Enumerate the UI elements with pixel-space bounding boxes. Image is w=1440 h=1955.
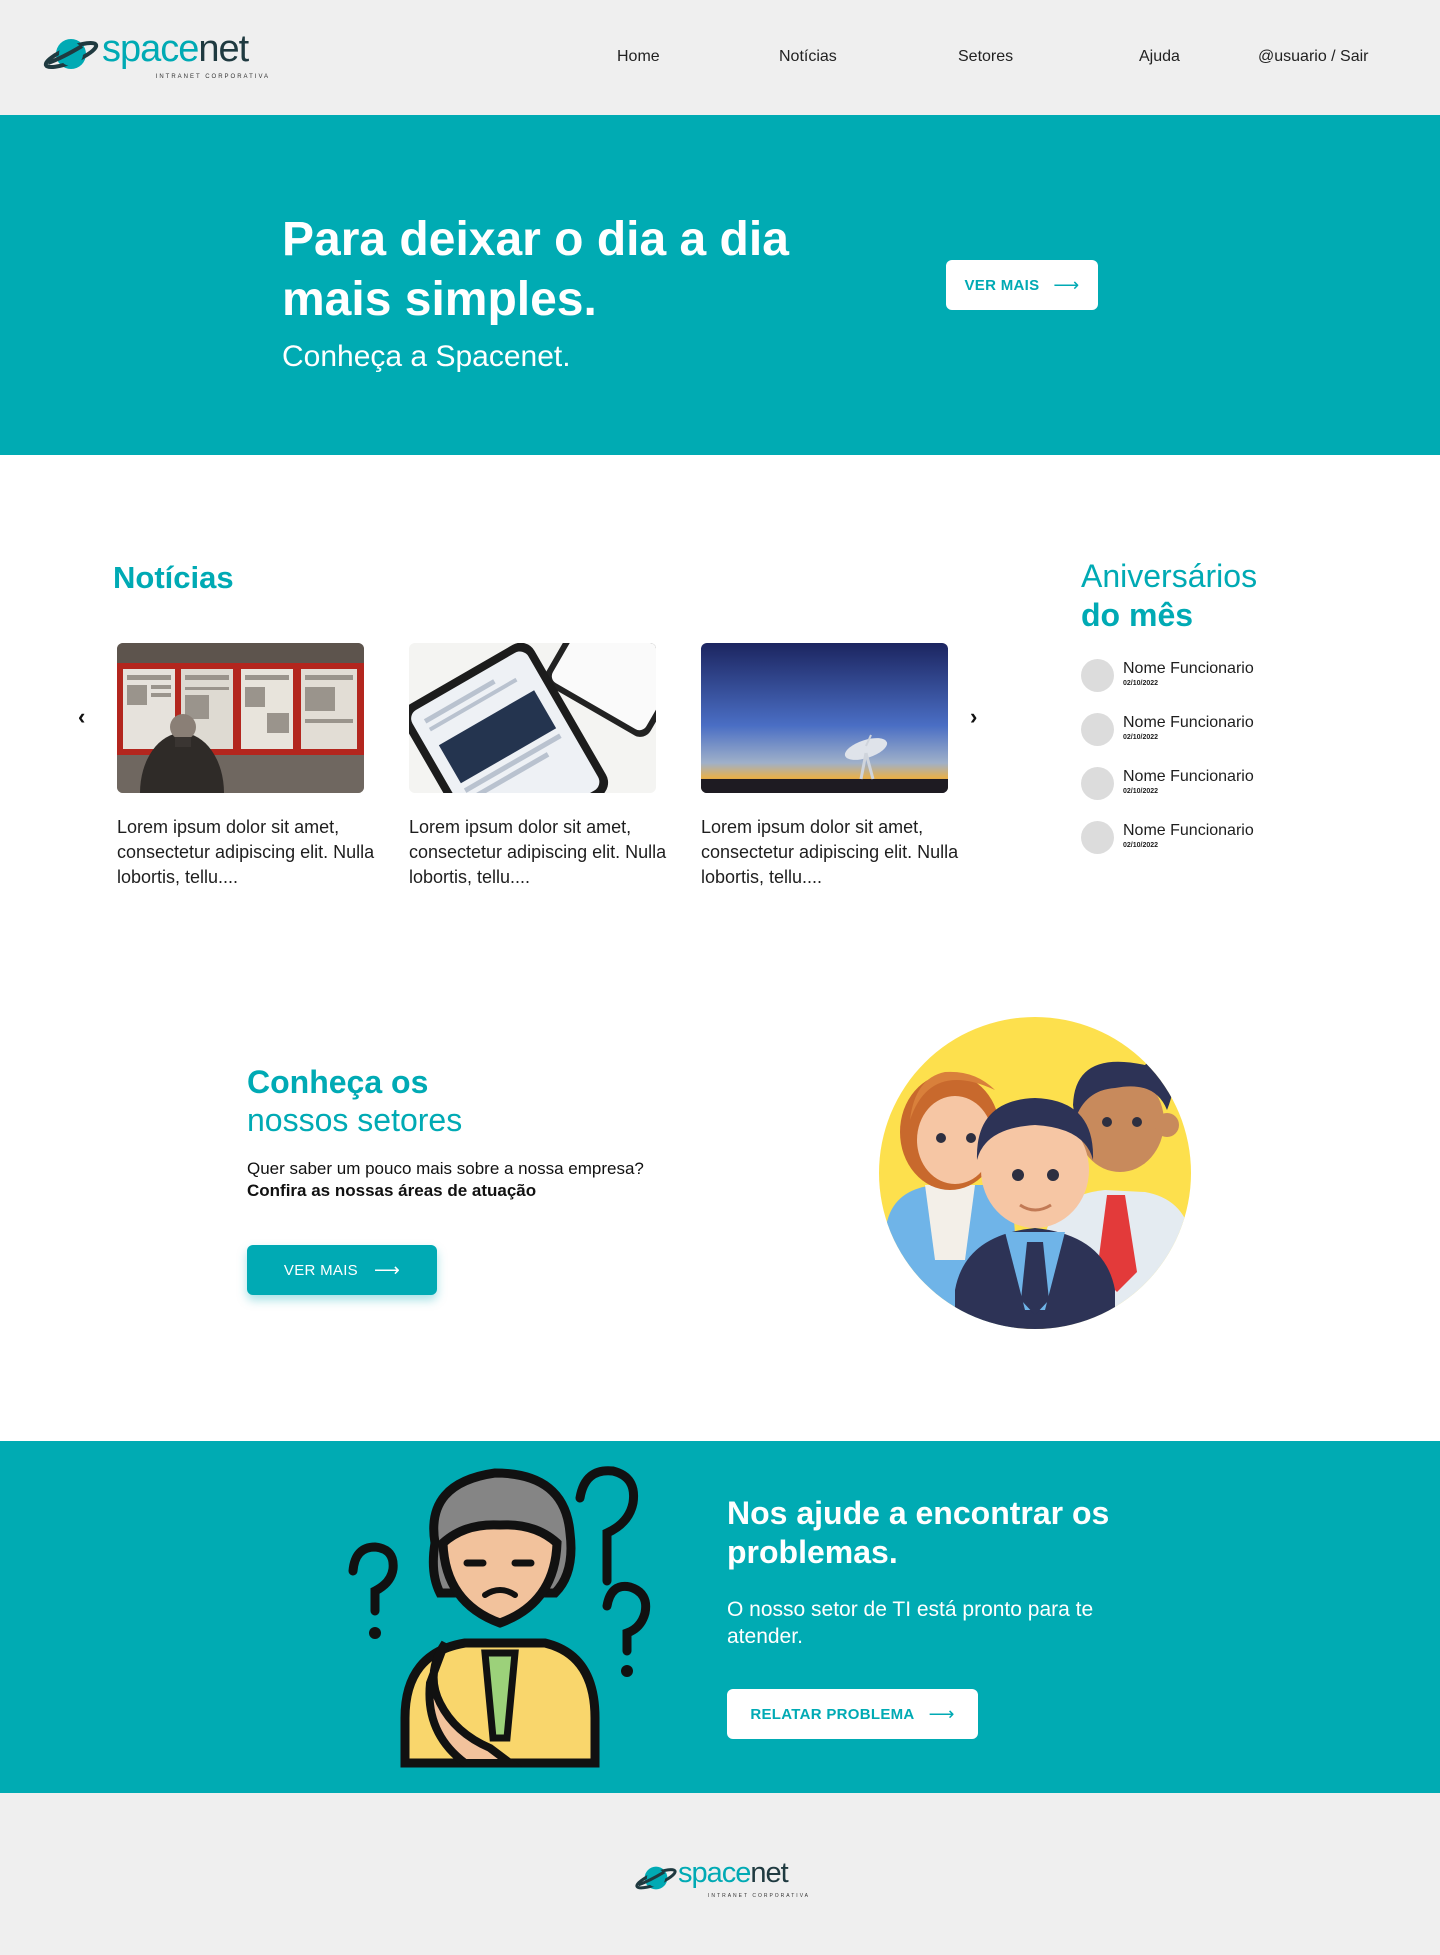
hero-title: Para deixar o dia a dia mais simples. [282, 213, 789, 326]
news-item-3-text[interactable]: Lorem ipsum dolor sit amet, consectetur … [701, 815, 961, 890]
hero-ver-mais-button[interactable]: VER MAIS ⟶ [946, 260, 1098, 310]
birthday-name: Nome Funcionario [1123, 822, 1254, 839]
footer: spacenet INTRANET CORPORATIVA [0, 1793, 1440, 1955]
logo-text-space: space [678, 1857, 751, 1889]
birthday-item[interactable]: Nome Funcionario 02/10/2022 [1081, 767, 1301, 807]
birthday-name: Nome Funcionario [1123, 768, 1254, 785]
sectors-description: Quer saber um pouco mais sobre a nossa e… [247, 1158, 644, 1202]
birthday-name: Nome Funcionario [1123, 714, 1254, 731]
news-section-title: Notícias [113, 560, 234, 595]
logo-text-net: net [198, 28, 249, 70]
report-problem-button[interactable]: RELATAR PROBLEMA ⟶ [727, 1689, 978, 1739]
nav-user-logout[interactable]: @usuario / Sair [1258, 48, 1369, 66]
news-image-2[interactable] [409, 643, 656, 793]
hero-button-label: VER MAIS [964, 276, 1040, 294]
nav-help[interactable]: Ajuda [1139, 48, 1180, 66]
avatar [1081, 767, 1114, 800]
header-logo[interactable]: spacenet INTRANET CORPORATIVA [42, 28, 272, 87]
news-image-1[interactable] [117, 643, 364, 793]
report-button-label: RELATAR PROBLEMA [750, 1705, 915, 1723]
footer-logo[interactable]: spacenet INTRANET CORPORATIVA [634, 1857, 814, 1905]
birthday-name: Nome Funcionario [1123, 660, 1254, 677]
planet-logo-icon [635, 1866, 677, 1890]
confused-person-illustration [348, 1466, 651, 1768]
sectors-title-line1: Conheça os [247, 1064, 429, 1100]
birthday-date: 02/10/2022 [1123, 734, 1159, 741]
birthday-date: 02/10/2022 [1123, 842, 1159, 849]
sectors-desc-line1: Quer saber um pouco mais sobre a nossa e… [247, 1159, 644, 1178]
logo-text-space: space [102, 28, 199, 70]
logo-text-net: net [750, 1857, 788, 1889]
birthday-item[interactable]: Nome Funcionario 02/10/2022 [1081, 713, 1301, 753]
logo-tagline: INTRANET CORPORATIVA [155, 74, 270, 80]
nav-home[interactable]: Home [617, 48, 660, 66]
carousel-prev-icon[interactable]: ‹ [78, 706, 85, 728]
birthday-date: 02/10/2022 [1123, 680, 1159, 687]
avatar [1081, 713, 1114, 746]
nav-sectors[interactable]: Setores [958, 48, 1013, 66]
logo-tagline: INTRANET CORPORATIVA [708, 1893, 810, 1899]
sectors-title: Conheça os nossos setores [247, 1063, 462, 1139]
sectors-desc-line2: Confira as nossas áreas de atuação [247, 1181, 537, 1200]
birthdays-title: Aniversários do mês [1081, 557, 1257, 635]
team-people-illustration [879, 1017, 1191, 1329]
help-banner: Nos ajude a encontrar os problemas. O no… [0, 1441, 1440, 1793]
sectors-button-label: VER MAIS [283, 1261, 358, 1279]
birthday-date: 02/10/2022 [1123, 788, 1159, 795]
birthday-item[interactable]: Nome Funcionario 02/10/2022 [1081, 659, 1301, 699]
birthday-item[interactable]: Nome Funcionario 02/10/2022 [1081, 821, 1301, 861]
help-subtitle: O nosso setor de TI está pronto para te … [727, 1598, 1094, 1648]
arrow-right-icon: ⟶ [928, 1703, 955, 1724]
carousel-next-icon[interactable]: › [970, 706, 977, 728]
planet-logo-icon [43, 39, 99, 70]
news-image-3[interactable] [701, 643, 948, 793]
avatar [1081, 659, 1114, 692]
sectors-title-line2: nossos setores [247, 1102, 463, 1138]
news-item-2-text[interactable]: Lorem ipsum dolor sit amet, consectetur … [409, 815, 669, 890]
avatar [1081, 821, 1114, 854]
nav-news[interactable]: Notícias [779, 48, 837, 66]
sectors-ver-mais-button[interactable]: VER MAIS ⟶ [247, 1245, 437, 1295]
hero-banner: Para deixar o dia a dia mais simples. Co… [0, 115, 1440, 455]
arrow-right-icon: ⟶ [373, 1259, 401, 1280]
arrow-right-icon: ⟶ [1053, 274, 1080, 295]
top-header: spacenet INTRANET CORPORATIVA Home Notíc… [0, 0, 1440, 115]
birthdays-title-line1: Aniversários [1081, 558, 1258, 594]
news-item-1-text[interactable]: Lorem ipsum dolor sit amet, consectetur … [117, 815, 377, 890]
hero-subtitle: Conheça a Spacenet. [282, 340, 571, 373]
birthdays-title-line2: do mês [1081, 597, 1194, 633]
help-title: Nos ajude a encontrar os problemas. [727, 1495, 1110, 1570]
